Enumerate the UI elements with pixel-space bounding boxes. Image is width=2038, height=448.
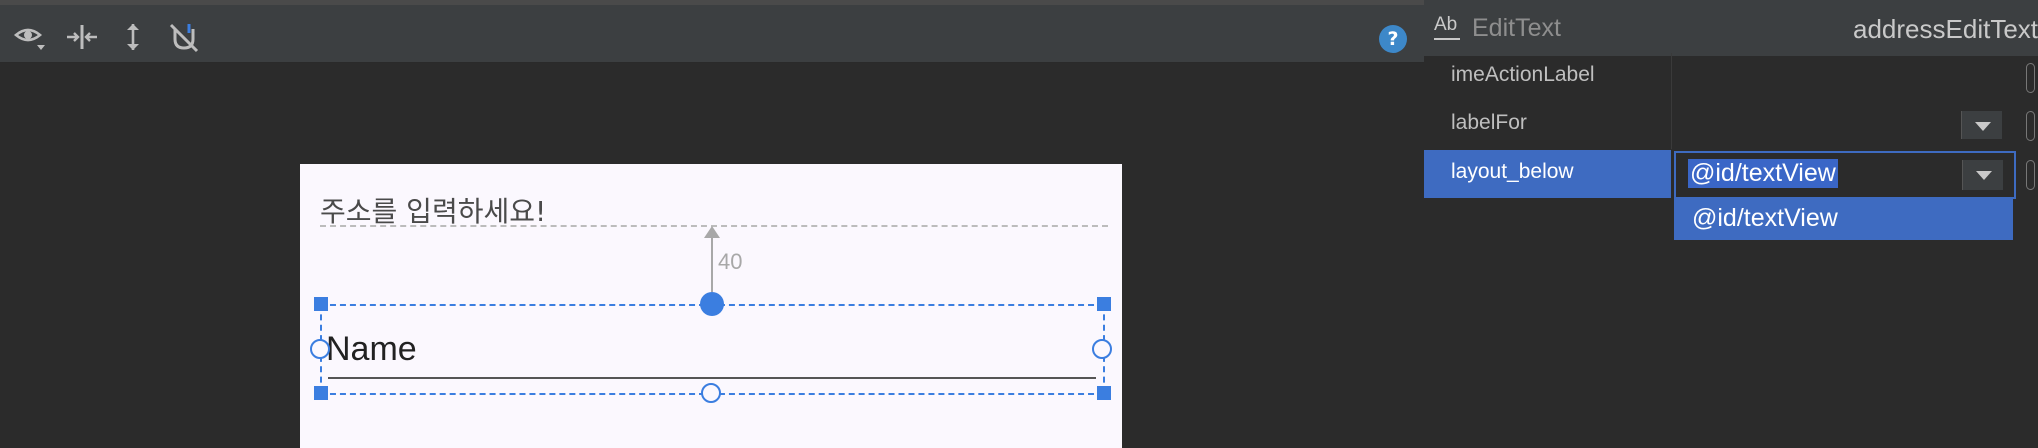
property-end-button[interactable] xyxy=(2026,63,2035,93)
property-name: layout_below xyxy=(1451,160,1574,183)
dropdown-option[interactable]: @id/textView xyxy=(1692,204,1838,233)
resize-handle-top-left[interactable] xyxy=(314,297,328,311)
help-icon[interactable]: ? xyxy=(1379,25,1407,53)
dropdown-popup[interactable]: @id/textView xyxy=(1674,197,2013,240)
property-end-button[interactable] xyxy=(2026,111,2035,141)
chevron-down-icon xyxy=(1976,171,1992,180)
left-constraint-anchor[interactable] xyxy=(310,339,330,359)
design-toolbar: ? xyxy=(0,5,1424,63)
property-name: imeActionLabel xyxy=(1451,63,1595,86)
address-edit-text[interactable]: Name xyxy=(326,330,417,369)
clear-constraints-icon[interactable] xyxy=(166,19,202,55)
horizontal-constraint-icon[interactable] xyxy=(64,19,100,55)
property-name: labelFor xyxy=(1451,111,1527,134)
property-row-labelfor[interactable]: labelFor xyxy=(1424,101,2038,149)
property-row-layout-below[interactable]: layout_below @id/textView xyxy=(1424,150,2038,199)
widget-type-label: EditText xyxy=(1472,14,1561,42)
widget-id-label[interactable]: addressEditText xyxy=(1853,14,2038,45)
margin-constraint-line xyxy=(711,232,713,292)
eye-icon[interactable] xyxy=(12,19,48,55)
top-constraint-anchor[interactable] xyxy=(700,292,724,316)
margin-arrow-icon xyxy=(704,226,720,238)
resize-handle-bottom-right[interactable] xyxy=(1097,386,1111,400)
address-hint-text[interactable]: 주소를 입력하세요! xyxy=(320,190,546,230)
property-end-button[interactable] xyxy=(2026,160,2035,190)
combobox-value[interactable]: @id/textView xyxy=(1688,159,1838,188)
attributes-header: Ab EditText addressEditText xyxy=(1424,0,2038,56)
chevron-down-icon xyxy=(1975,122,1991,131)
device-screen[interactable]: 주소를 입력하세요! 40 Name xyxy=(300,164,1122,448)
column-divider xyxy=(1671,53,1672,101)
bottom-constraint-anchor[interactable] xyxy=(701,383,721,403)
vertical-constraint-icon[interactable] xyxy=(115,19,151,55)
property-row-imeactionlabel[interactable]: imeActionLabel xyxy=(1424,53,2038,101)
resize-handle-top-right[interactable] xyxy=(1097,297,1111,311)
right-constraint-anchor[interactable] xyxy=(1092,339,1112,359)
labelfor-dropdown-button[interactable] xyxy=(1961,111,2002,139)
design-surface[interactable]: ? 주소를 입력하세요! 40 Name xyxy=(0,0,1424,448)
margin-value-label[interactable]: 40 xyxy=(718,249,742,275)
layout-below-combobox[interactable]: @id/textView xyxy=(1674,151,2016,199)
resize-handle-bottom-left[interactable] xyxy=(314,386,328,400)
column-divider xyxy=(1671,101,1672,149)
edittext-icon-underline xyxy=(1434,38,1460,40)
edittext-icon: Ab xyxy=(1434,14,1458,35)
edit-text-underline xyxy=(328,377,1096,379)
layout-below-dropdown-button[interactable] xyxy=(1962,160,2003,190)
